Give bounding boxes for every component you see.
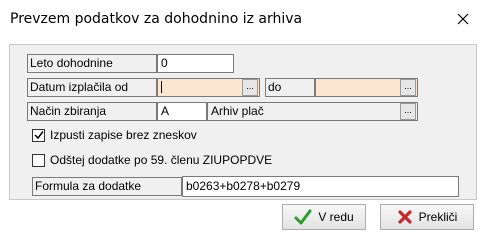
year-input[interactable]: 0 (157, 54, 234, 73)
date-from-label: Datum izplačila od (27, 78, 157, 97)
skip-zero-label: Izpusti zapise brez zneskov (50, 128, 197, 142)
ok-button[interactable]: V redu (282, 204, 366, 230)
options-panel: Leto dohodnine 0 Datum izplačila od ... … (9, 44, 477, 200)
collect-label: Način zbiranja (27, 102, 157, 121)
date-from-picker-button[interactable]: ... (242, 79, 258, 96)
date-to-label: do (265, 78, 315, 97)
cancel-button[interactable]: Prekliči (380, 204, 474, 230)
collect-picker-button[interactable]: ... (400, 103, 416, 120)
collect-code-input[interactable]: A (157, 102, 207, 121)
collect-value-display: Arhiv plač (207, 102, 418, 121)
checkbox-box (32, 153, 45, 167)
close-button[interactable] (448, 6, 478, 32)
deduct-label: Odštej dodatke po 59. členu ZIUPOPDVE (50, 153, 273, 167)
dialog-title: Prevzem podatkov za dohodnino iz arhiva (10, 11, 303, 27)
deduct-checkbox[interactable]: Odštej dodatke po 59. členu ZIUPOPDVE (32, 153, 272, 167)
cancel-x-icon (398, 210, 412, 224)
formula-input[interactable]: b0263+b0278+b0279 (182, 176, 459, 197)
title-bar: Prevzem podatkov za dohodnino iz arhiva (0, 0, 488, 38)
cancel-label: Prekliči (418, 210, 458, 224)
text-caret (161, 81, 162, 93)
checkmark-icon (33, 131, 44, 140)
ok-label: V redu (318, 210, 354, 224)
skip-zero-checkbox[interactable]: Izpusti zapise brez zneskov (32, 128, 197, 142)
checkbox-box (32, 128, 45, 142)
date-to-picker-button[interactable]: ... (400, 79, 416, 96)
dialog-client: Leto dohodnine 0 Datum izplačila od ... … (0, 38, 488, 247)
close-icon (457, 13, 469, 25)
checkmark-icon (294, 209, 312, 225)
formula-label: Formula za dodatke (32, 177, 182, 196)
dialog-window: Prevzem podatkov za dohodnino iz arhiva … (0, 0, 488, 247)
year-label: Leto dohodnine (27, 54, 157, 73)
